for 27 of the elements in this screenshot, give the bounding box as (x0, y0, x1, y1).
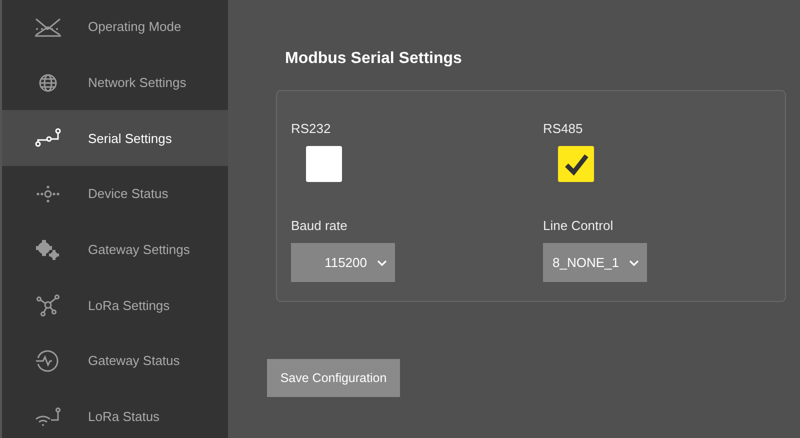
checkbox-label: RS485 (543, 121, 584, 136)
sidebar-item[interactable]: Serial Settings (2, 110, 228, 166)
checkbox[interactable] (306, 146, 342, 182)
save-button[interactable]: Save Configuration (267, 359, 400, 397)
checkbox-label: RS232 (291, 121, 332, 136)
sidebar-item[interactable]: Device Status (2, 166, 228, 222)
sidebar-item[interactable]: Gateway Status (2, 333, 228, 389)
sidebar-item[interactable]: LoRa Status (2, 388, 228, 438)
dropdown[interactable]: 115200 (291, 243, 395, 282)
sidebar-item[interactable]: LoRa Settings (2, 277, 228, 334)
chevron-down-icon (629, 260, 639, 266)
sidebar-item[interactable]: Operating Mode (2, 0, 228, 55)
wireless-signal-icon (35, 407, 61, 426)
network-nodes-icon (36, 294, 60, 317)
field-label: Baud rate (291, 218, 348, 233)
globe-icon (39, 74, 57, 92)
checkbox[interactable] (558, 146, 594, 182)
pulse-circle-icon (36, 350, 58, 372)
sidebar-item[interactable]: Gateway Settings (2, 222, 228, 278)
dropdown[interactable]: 8_NONE_1 (543, 243, 647, 282)
page-title: Modbus Serial Settings (285, 50, 463, 68)
field-label: Line Control (543, 218, 614, 233)
crossed-lines-icon (34, 18, 62, 37)
chevron-down-icon (377, 260, 387, 266)
dotted-node-icon (36, 186, 60, 202)
sidebar-item[interactable]: Network Settings (2, 54, 228, 110)
serial-connection-icon (35, 128, 61, 147)
